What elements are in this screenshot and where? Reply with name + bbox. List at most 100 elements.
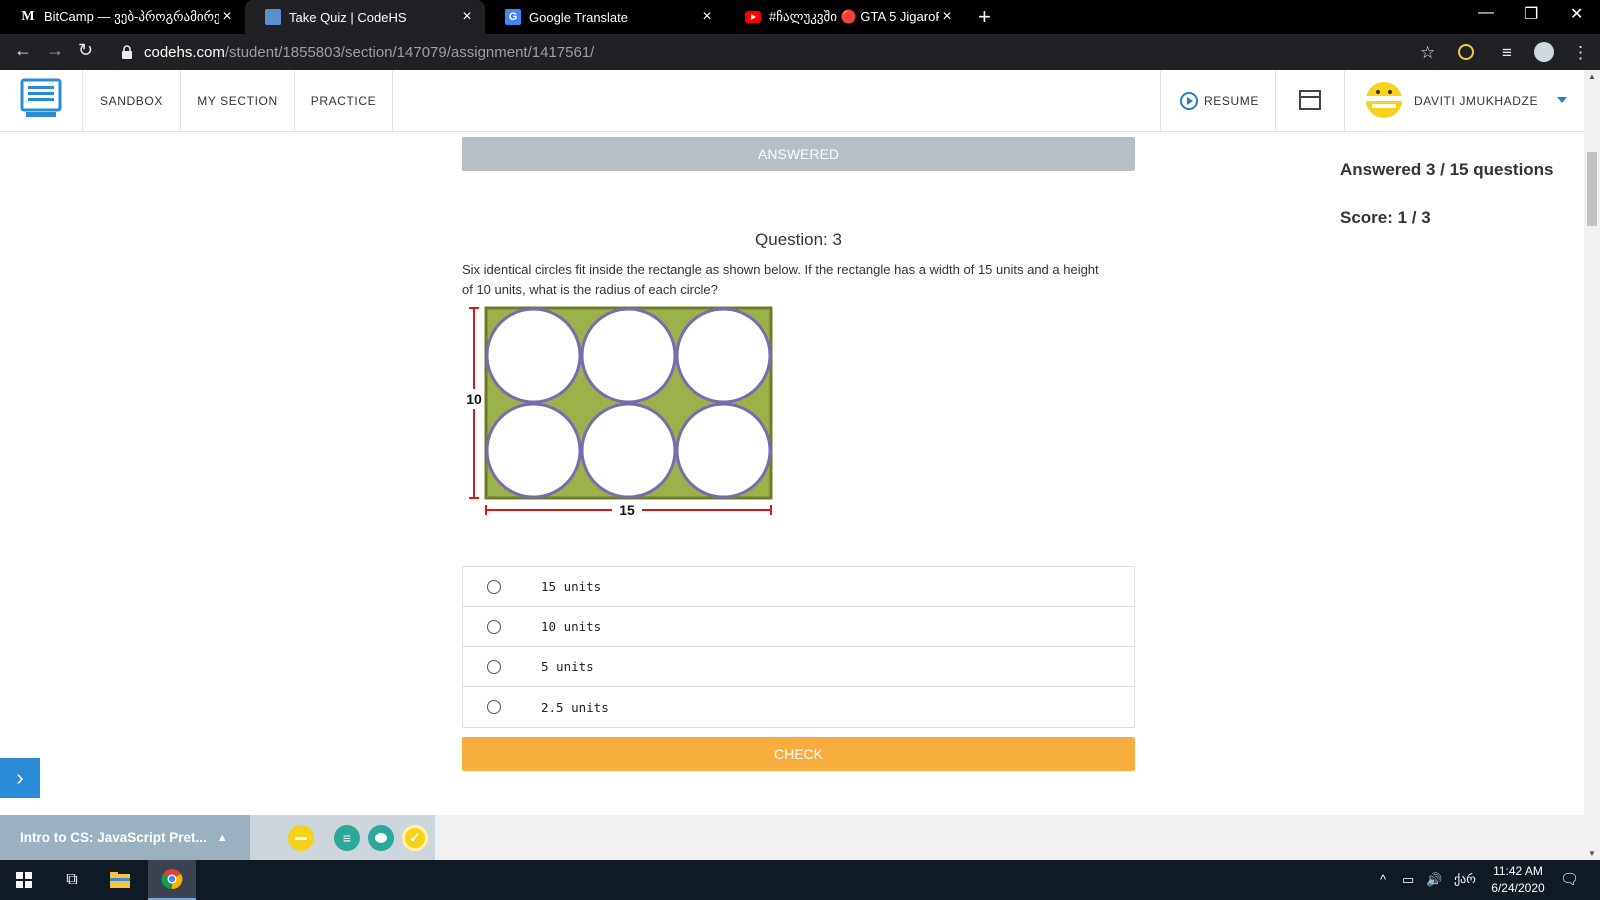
url-path: /student/1855803/section/147079/assignme… — [224, 43, 595, 61]
chrome-icon[interactable] — [148, 860, 196, 900]
answer-option[interactable]: 2.5 units — [463, 687, 1134, 727]
chevron-right-icon: › — [16, 765, 24, 790]
circles-in-rectangle-figure: 10 15 — [466, 306, 773, 518]
minimize-icon[interactable]: — — [1478, 4, 1494, 22]
nav-sandbox[interactable]: SANDBOX — [83, 70, 181, 132]
resume-label: RESUME — [1204, 94, 1259, 108]
input-language[interactable]: ქარ — [1454, 872, 1476, 886]
tray-chevron-up-icon[interactable]: ^ — [1380, 872, 1386, 887]
nav-my-section[interactable]: MY SECTION — [181, 70, 295, 132]
question-text: Six identical circles fit inside the rec… — [462, 262, 1099, 297]
volume-icon[interactable]: 🔊 — [1426, 872, 1442, 888]
figure-circle — [485, 307, 582, 404]
user-avatar[interactable] — [1364, 80, 1404, 120]
figure-circle — [485, 402, 582, 499]
figure-circle — [580, 307, 677, 404]
answer-label: 15 units — [541, 579, 602, 594]
course-title: Intro to CS: JavaScript Pret... — [20, 830, 207, 845]
scrollbar-thumb[interactable] — [1587, 152, 1597, 226]
nav-practice[interactable]: PRACTICE — [295, 70, 393, 132]
restore-icon[interactable]: ❐ — [1524, 4, 1538, 24]
menu-icon[interactable]: ⋮ — [1572, 43, 1589, 63]
codehs-icon — [265, 9, 281, 25]
back-icon[interactable]: ← — [14, 40, 32, 61]
radio-button[interactable] — [487, 620, 501, 634]
media-control-icon[interactable]: ≡ — [1502, 43, 1512, 63]
scroll-down-icon[interactable]: ▼ — [1588, 849, 1596, 858]
tab-label: #ჩალუკვში 🔴 GTA 5 JigaroR — [769, 9, 939, 24]
radio-button[interactable] — [487, 700, 501, 714]
nav-divider — [1344, 70, 1345, 132]
course-selector[interactable]: Intro to CS: JavaScript Pret... ▲ — [0, 815, 250, 860]
answer-label: 5 units — [541, 659, 594, 674]
resume-button[interactable]: RESUME — [1180, 70, 1259, 132]
browser-tab-strip: M BitCamp — ვებ-პროგრამირებ × Take Quiz … — [0, 0, 1600, 34]
page-scrollbar[interactable]: ▲ ▼ — [1584, 70, 1600, 860]
close-icon[interactable]: × — [459, 8, 475, 26]
system-clock[interactable]: 11:42 AM 6/24/2020 — [1478, 863, 1558, 897]
reload-icon[interactable]: ↻ — [78, 40, 93, 61]
new-tab-icon[interactable]: + — [978, 4, 991, 30]
question-title: Question: 3 — [755, 230, 842, 249]
figure-circle — [675, 307, 772, 404]
file-explorer-icon[interactable] — [96, 860, 144, 900]
tab-youtube[interactable]: #ჩალუკვში 🔴 GTA 5 JigaroR × — [725, 0, 965, 34]
clock-date: 6/24/2020 — [1491, 881, 1545, 895]
tab-bitcamp[interactable]: M BitCamp — ვებ-პროგრამირებ × — [0, 0, 245, 34]
tab-codehs[interactable]: Take Quiz | CodeHS × — [245, 0, 485, 34]
task-view-icon[interactable]: ⧉ — [48, 860, 96, 900]
sidebar-toggle-button[interactable]: › — [0, 758, 40, 798]
radio-button[interactable] — [487, 660, 501, 674]
site-nav: SANDBOX MY SECTION PRACTICE RESUME DAVIT… — [0, 70, 1584, 132]
course-bar: Intro to CS: JavaScript Pret... ▲ ≡ ✓ — [0, 815, 1584, 860]
tab-label: Take Quiz | CodeHS — [289, 9, 407, 25]
close-icon[interactable]: × — [219, 8, 235, 26]
medium-icon: M — [21, 9, 35, 24]
forward-icon[interactable]: → — [46, 40, 64, 61]
google-translate-icon: G — [505, 9, 521, 25]
address-bar[interactable]: codehs.com/student/1855803/section/14707… — [110, 37, 1440, 67]
close-icon[interactable]: × — [699, 8, 715, 26]
scroll-up-icon[interactable]: ▲ — [1588, 72, 1596, 81]
extension-icon[interactable] — [1458, 44, 1474, 60]
chevron-up-icon: ▲ — [216, 831, 228, 844]
star-icon[interactable]: ☆ — [1420, 43, 1435, 63]
tab-google-translate[interactable]: G Google Translate × — [485, 0, 725, 34]
url-host: codehs.com — [144, 43, 225, 61]
answer-option[interactable]: 5 units — [463, 647, 1134, 687]
profile-avatar-icon[interactable] — [1534, 42, 1554, 62]
check-button[interactable]: CHECK — [462, 737, 1135, 771]
radio-button[interactable] — [487, 580, 501, 594]
list-icon[interactable]: ≡ — [334, 825, 360, 851]
clock-time: 11:42 AM — [1493, 864, 1543, 878]
user-name[interactable]: DAVITI JMUKHADZE — [1414, 70, 1538, 132]
answer-option[interactable]: 10 units — [463, 607, 1134, 647]
answer-label: 2.5 units — [541, 699, 609, 715]
youtube-icon — [745, 9, 761, 25]
minus-icon[interactable] — [288, 825, 314, 851]
notifications-icon[interactable]: 🗨 — [1560, 870, 1579, 888]
codehs-logo-icon[interactable] — [20, 78, 62, 120]
chevron-down-icon[interactable] — [1557, 97, 1567, 103]
figure-circle — [675, 402, 772, 499]
quiz-progress-panel: Answered 3 / 15 questions Score: 1 / 3 — [1340, 160, 1580, 228]
answer-list: 15 units 10 units 5 units 2.5 units — [462, 566, 1135, 728]
play-icon — [1180, 92, 1198, 110]
network-icon[interactable]: ▭ — [1402, 872, 1414, 888]
window-close-icon[interactable]: ✕ — [1570, 4, 1583, 24]
answered-status-bar: ANSWERED — [462, 137, 1135, 171]
chat-icon[interactable] — [368, 825, 394, 851]
close-icon[interactable]: × — [939, 8, 955, 26]
score-text: Score: 1 / 3 — [1340, 208, 1431, 227]
windows-start-icon[interactable] — [0, 860, 48, 900]
nav-divider — [1275, 70, 1276, 132]
checklist-icon[interactable]: ✓ — [402, 825, 428, 851]
browser-toolbar: ← → ↻ codehs.com/student/1855803/section… — [0, 34, 1600, 70]
figure-circle — [580, 402, 677, 499]
nav-divider — [1160, 70, 1161, 132]
answered-count: Answered 3 / 15 questions — [1340, 160, 1554, 179]
calendar-icon[interactable] — [1299, 90, 1321, 110]
windows-taskbar: ⧉ ^ ▭ 🔊 ქარ 11:42 AM 6/24/2020 🗨 — [0, 860, 1600, 900]
answer-option[interactable]: 15 units — [463, 567, 1134, 607]
height-label: 10 — [466, 391, 482, 407]
